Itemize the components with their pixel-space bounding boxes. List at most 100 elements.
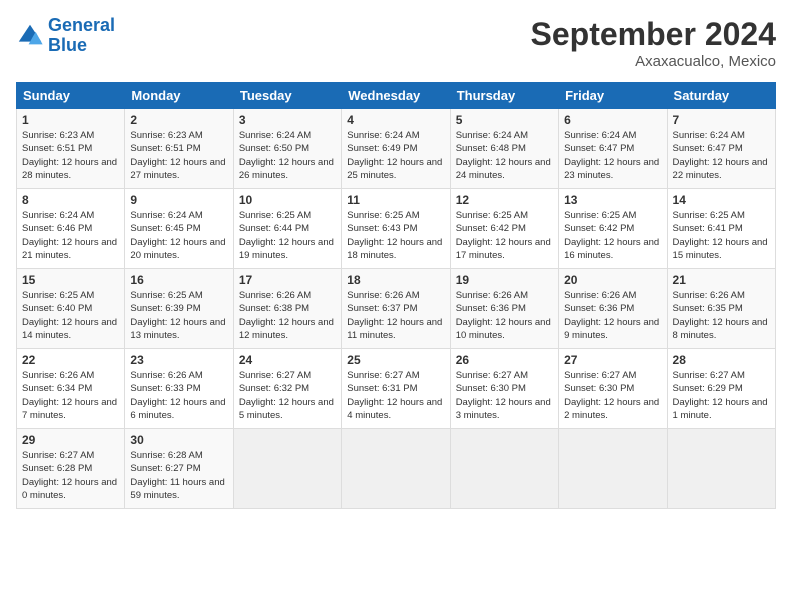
sunrise-label: Sunrise: 6:26 AM xyxy=(564,290,636,301)
calendar-body: 1 Sunrise: 6:23 AM Sunset: 6:51 PM Dayli… xyxy=(17,109,776,509)
sunrise-label: Sunrise: 6:24 AM xyxy=(347,130,419,141)
sunrise-label: Sunrise: 6:25 AM xyxy=(564,210,636,221)
day-number: 3 xyxy=(239,113,336,127)
sunrise-label: Sunrise: 6:25 AM xyxy=(22,290,94,301)
calendar-cell: 28 Sunrise: 6:27 AM Sunset: 6:29 PM Dayl… xyxy=(667,349,775,429)
calendar-cell: 18 Sunrise: 6:26 AM Sunset: 6:37 PM Dayl… xyxy=(342,269,450,349)
sunset-label: Sunset: 6:30 PM xyxy=(564,383,634,394)
calendar-row: 22 Sunrise: 6:26 AM Sunset: 6:34 PM Dayl… xyxy=(17,349,776,429)
cell-content: Sunrise: 6:23 AM Sunset: 6:51 PM Dayligh… xyxy=(22,129,119,182)
calendar-cell xyxy=(342,429,450,509)
sunrise-label: Sunrise: 6:26 AM xyxy=(239,290,311,301)
daylight-label: Daylight: 12 hours and 12 minutes. xyxy=(239,317,334,341)
day-number: 15 xyxy=(22,273,119,287)
calendar-table: Sunday Monday Tuesday Wednesday Thursday… xyxy=(16,82,776,509)
calendar-cell: 30 Sunrise: 6:28 AM Sunset: 6:27 PM Dayl… xyxy=(125,429,233,509)
calendar-cell: 17 Sunrise: 6:26 AM Sunset: 6:38 PM Dayl… xyxy=(233,269,341,349)
sunset-label: Sunset: 6:35 PM xyxy=(673,303,743,314)
sunrise-label: Sunrise: 6:27 AM xyxy=(22,450,94,461)
col-saturday: Saturday xyxy=(667,83,775,109)
day-number: 29 xyxy=(22,433,119,447)
calendar-cell: 9 Sunrise: 6:24 AM Sunset: 6:45 PM Dayli… xyxy=(125,189,233,269)
daylight-label: Daylight: 12 hours and 11 minutes. xyxy=(347,317,442,341)
sunrise-label: Sunrise: 6:27 AM xyxy=(239,370,311,381)
sunset-label: Sunset: 6:46 PM xyxy=(22,223,92,234)
cell-content: Sunrise: 6:27 AM Sunset: 6:30 PM Dayligh… xyxy=(456,369,553,422)
daylight-label: Daylight: 12 hours and 28 minutes. xyxy=(22,157,117,181)
calendar-cell: 4 Sunrise: 6:24 AM Sunset: 6:49 PM Dayli… xyxy=(342,109,450,189)
daylight-label: Daylight: 12 hours and 7 minutes. xyxy=(22,397,117,421)
day-number: 16 xyxy=(130,273,227,287)
sunset-label: Sunset: 6:48 PM xyxy=(456,143,526,154)
calendar-cell: 15 Sunrise: 6:25 AM Sunset: 6:40 PM Dayl… xyxy=(17,269,125,349)
daylight-label: Daylight: 12 hours and 22 minutes. xyxy=(673,157,768,181)
logo: General Blue xyxy=(16,16,115,56)
cell-content: Sunrise: 6:26 AM Sunset: 6:34 PM Dayligh… xyxy=(22,369,119,422)
day-number: 2 xyxy=(130,113,227,127)
cell-content: Sunrise: 6:27 AM Sunset: 6:31 PM Dayligh… xyxy=(347,369,444,422)
sunset-label: Sunset: 6:47 PM xyxy=(564,143,634,154)
sunrise-label: Sunrise: 6:26 AM xyxy=(347,290,419,301)
sunset-label: Sunset: 6:49 PM xyxy=(347,143,417,154)
logo-general: General xyxy=(48,16,115,36)
daylight-label: Daylight: 12 hours and 25 minutes. xyxy=(347,157,442,181)
day-number: 18 xyxy=(347,273,444,287)
day-number: 11 xyxy=(347,193,444,207)
calendar-cell: 27 Sunrise: 6:27 AM Sunset: 6:30 PM Dayl… xyxy=(559,349,667,429)
sunset-label: Sunset: 6:31 PM xyxy=(347,383,417,394)
sunrise-label: Sunrise: 6:25 AM xyxy=(347,210,419,221)
cell-content: Sunrise: 6:24 AM Sunset: 6:45 PM Dayligh… xyxy=(130,209,227,262)
day-number: 26 xyxy=(456,353,553,367)
sunset-label: Sunset: 6:39 PM xyxy=(130,303,200,314)
sunset-label: Sunset: 6:43 PM xyxy=(347,223,417,234)
daylight-label: Daylight: 12 hours and 23 minutes. xyxy=(564,157,659,181)
daylight-label: Daylight: 12 hours and 16 minutes. xyxy=(564,237,659,261)
day-number: 1 xyxy=(22,113,119,127)
sunrise-label: Sunrise: 6:24 AM xyxy=(22,210,94,221)
daylight-label: Daylight: 12 hours and 18 minutes. xyxy=(347,237,442,261)
day-number: 5 xyxy=(456,113,553,127)
cell-content: Sunrise: 6:24 AM Sunset: 6:47 PM Dayligh… xyxy=(673,129,770,182)
calendar-cell: 8 Sunrise: 6:24 AM Sunset: 6:46 PM Dayli… xyxy=(17,189,125,269)
calendar-cell: 29 Sunrise: 6:27 AM Sunset: 6:28 PM Dayl… xyxy=(17,429,125,509)
sunset-label: Sunset: 6:41 PM xyxy=(673,223,743,234)
cell-content: Sunrise: 6:25 AM Sunset: 6:44 PM Dayligh… xyxy=(239,209,336,262)
sunrise-label: Sunrise: 6:24 AM xyxy=(564,130,636,141)
cell-content: Sunrise: 6:27 AM Sunset: 6:32 PM Dayligh… xyxy=(239,369,336,422)
sunset-label: Sunset: 6:44 PM xyxy=(239,223,309,234)
calendar-row: 29 Sunrise: 6:27 AM Sunset: 6:28 PM Dayl… xyxy=(17,429,776,509)
day-number: 28 xyxy=(673,353,770,367)
sunrise-label: Sunrise: 6:24 AM xyxy=(673,130,745,141)
sunset-label: Sunset: 6:34 PM xyxy=(22,383,92,394)
daylight-label: Daylight: 12 hours and 0 minutes. xyxy=(22,477,117,501)
cell-content: Sunrise: 6:24 AM Sunset: 6:47 PM Dayligh… xyxy=(564,129,661,182)
calendar-cell xyxy=(233,429,341,509)
cell-content: Sunrise: 6:25 AM Sunset: 6:43 PM Dayligh… xyxy=(347,209,444,262)
col-friday: Friday xyxy=(559,83,667,109)
col-wednesday: Wednesday xyxy=(342,83,450,109)
daylight-label: Daylight: 12 hours and 9 minutes. xyxy=(564,317,659,341)
sunset-label: Sunset: 6:32 PM xyxy=(239,383,309,394)
day-number: 30 xyxy=(130,433,227,447)
header-row: Sunday Monday Tuesday Wednesday Thursday… xyxy=(17,83,776,109)
daylight-label: Daylight: 12 hours and 24 minutes. xyxy=(456,157,551,181)
calendar-row: 15 Sunrise: 6:25 AM Sunset: 6:40 PM Dayl… xyxy=(17,269,776,349)
cell-content: Sunrise: 6:25 AM Sunset: 6:41 PM Dayligh… xyxy=(673,209,770,262)
calendar-cell: 20 Sunrise: 6:26 AM Sunset: 6:36 PM Dayl… xyxy=(559,269,667,349)
calendar-cell: 13 Sunrise: 6:25 AM Sunset: 6:42 PM Dayl… xyxy=(559,189,667,269)
sunrise-label: Sunrise: 6:27 AM xyxy=(347,370,419,381)
daylight-label: Daylight: 12 hours and 26 minutes. xyxy=(239,157,334,181)
daylight-label: Daylight: 12 hours and 5 minutes. xyxy=(239,397,334,421)
sunset-label: Sunset: 6:30 PM xyxy=(456,383,526,394)
title-block: September 2024 Axaxacualco, Mexico xyxy=(531,16,776,70)
day-number: 10 xyxy=(239,193,336,207)
col-monday: Monday xyxy=(125,83,233,109)
calendar-cell: 10 Sunrise: 6:25 AM Sunset: 6:44 PM Dayl… xyxy=(233,189,341,269)
sunrise-label: Sunrise: 6:26 AM xyxy=(673,290,745,301)
sunset-label: Sunset: 6:27 PM xyxy=(130,463,200,474)
logo-icon xyxy=(16,22,44,50)
daylight-label: Daylight: 12 hours and 27 minutes. xyxy=(130,157,225,181)
cell-content: Sunrise: 6:23 AM Sunset: 6:51 PM Dayligh… xyxy=(130,129,227,182)
page-container: General Blue September 2024 Axaxacualco,… xyxy=(0,0,792,517)
daylight-label: Daylight: 12 hours and 21 minutes. xyxy=(22,237,117,261)
